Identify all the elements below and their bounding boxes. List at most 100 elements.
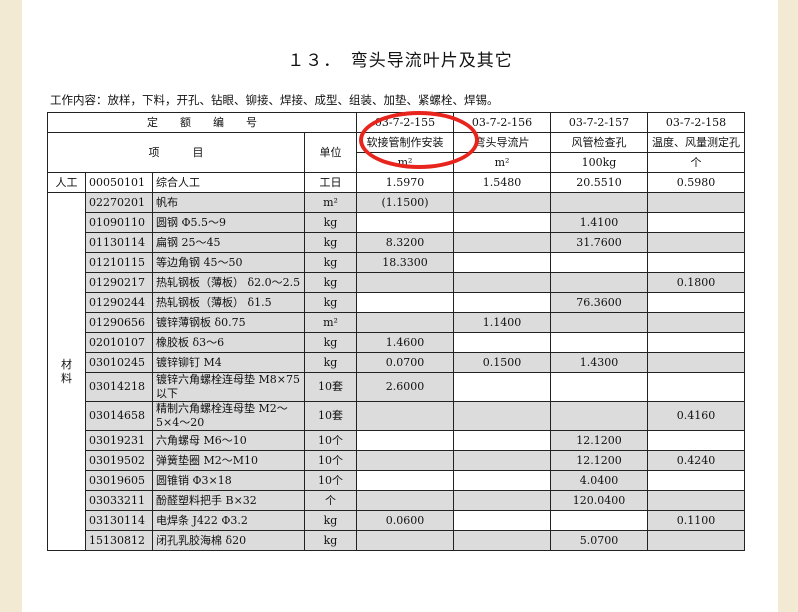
resource-name: 热轧钢板（薄板） δ2.0～2.5 xyxy=(152,272,305,293)
resource-value xyxy=(647,430,745,451)
resource-value xyxy=(453,372,551,402)
resource-value xyxy=(453,430,551,451)
quota-label: 定 额 编 号 xyxy=(47,112,357,133)
resource-unit: 10套 xyxy=(304,372,357,402)
resource-unit: kg xyxy=(304,272,357,293)
resource-value xyxy=(453,530,551,551)
material-row: 01290217 热轧钢板（薄板） δ2.0～2.5 kg 0.1800 xyxy=(48,272,745,293)
resource-name: 综合人工 xyxy=(152,172,305,193)
resource-value: 1.4300 xyxy=(550,352,648,373)
material-row: 03019231 六角螺母 M6～10 10个 12.1200 xyxy=(48,430,745,451)
resource-unit: kg xyxy=(304,232,357,253)
resource-value xyxy=(550,252,648,273)
resource-unit: kg xyxy=(304,252,357,273)
resource-value: 76.3600 xyxy=(550,292,648,313)
resource-value xyxy=(356,292,454,313)
resource-value xyxy=(647,352,745,373)
resource-unit: kg xyxy=(304,332,357,353)
resource-value: 31.7600 xyxy=(550,232,648,253)
resource-code: 03019231 xyxy=(85,430,153,451)
item-unit: m² xyxy=(453,152,551,173)
resource-code: 15130812 xyxy=(85,530,153,551)
resource-unit: m² xyxy=(304,312,357,333)
resource-code: 03014218 xyxy=(85,372,153,402)
resource-code: 00050101 xyxy=(85,172,153,193)
resource-value: 0.1100 xyxy=(647,510,745,531)
resource-value xyxy=(356,450,454,471)
resource-code: 03010245 xyxy=(85,352,153,373)
unit-label: 单位 xyxy=(304,132,357,173)
quota-code: 03-7-2-157 xyxy=(550,112,648,133)
resource-name: 镀锌薄钢板 δ0.75 xyxy=(152,312,305,333)
resource-value: 8.3200 xyxy=(356,232,454,253)
category-materials: 材料 xyxy=(47,192,86,551)
material-row: 03019605 圆锥销 Φ3×18 10个 4.0400 xyxy=(48,470,745,491)
resource-value xyxy=(647,530,745,551)
resource-unit: kg xyxy=(304,510,357,531)
resource-value: 120.0400 xyxy=(550,490,648,511)
resource-value xyxy=(453,490,551,511)
resource-value: 20.5510 xyxy=(550,172,648,193)
resource-name: 圆钢 Φ5.5～9 xyxy=(152,212,305,233)
resource-value xyxy=(453,192,551,213)
material-row: 03014658 精制六角螺栓连母垫 M2～5×4～20 10套 0.4160 xyxy=(48,401,745,431)
resource-name: 橡胶板 δ3～6 xyxy=(152,332,305,353)
resource-value xyxy=(453,332,551,353)
resource-value: 1.1400 xyxy=(453,312,551,333)
resource-value xyxy=(647,232,745,253)
resource-value xyxy=(356,212,454,233)
resource-code: 03019502 xyxy=(85,450,153,471)
resource-value xyxy=(550,332,648,353)
material-row: 03014218 镀锌六角螺栓连母垫 M8×75以下 10套 2.6000 xyxy=(48,372,745,402)
resource-value xyxy=(453,510,551,531)
resource-value xyxy=(550,372,648,402)
resource-name: 六角螺母 M6～10 xyxy=(152,430,305,451)
resource-name: 热轧钢板（薄板） δ1.5 xyxy=(152,292,305,313)
resource-code: 03019605 xyxy=(85,470,153,491)
resource-value: 0.4240 xyxy=(647,450,745,471)
item-label: 项 目 xyxy=(47,132,305,173)
resource-value xyxy=(647,372,745,402)
resource-value xyxy=(647,292,745,313)
resource-value: 0.1800 xyxy=(647,272,745,293)
resource-value xyxy=(647,212,745,233)
resource-name: 帆布 xyxy=(152,192,305,213)
resource-unit: kg xyxy=(304,212,357,233)
resource-unit: 10个 xyxy=(304,430,357,451)
quota-code: 03-7-2-155 xyxy=(356,112,454,133)
resource-value xyxy=(647,192,745,213)
material-row: 15130812 闭孔乳胶海棉 δ20 kg 5.0700 xyxy=(48,530,745,551)
resource-value xyxy=(356,530,454,551)
resource-value xyxy=(453,272,551,293)
resource-value: 0.4160 xyxy=(647,401,745,431)
resource-name: 闭孔乳胶海棉 δ20 xyxy=(152,530,305,551)
item-name: 温度、风量测定孔 xyxy=(647,132,745,153)
material-row: 材料 02270201 帆布 m² (1.1500) xyxy=(47,192,745,551)
resource-value xyxy=(356,401,454,431)
resource-code: 01210115 xyxy=(85,252,153,273)
resource-value: 0.0700 xyxy=(356,352,454,373)
resource-value xyxy=(356,470,454,491)
resource-unit: 10个 xyxy=(304,470,357,491)
item-unit: m² xyxy=(356,152,454,173)
resource-value xyxy=(647,332,745,353)
resource-value: 4.0400 xyxy=(550,470,648,491)
resource-name: 酚醛塑料把手 B×32 xyxy=(152,490,305,511)
resource-value xyxy=(647,312,745,333)
resource-code: 01290217 xyxy=(85,272,153,293)
resource-value: (1.1500) xyxy=(356,192,454,213)
resource-value: 1.5970 xyxy=(356,172,454,193)
quota-code-row: 定 额 编 号 03-7-2-155 03-7-2-156 03-7-2-157… xyxy=(47,112,745,133)
document-page: １３． 弯头导流叶片及其它 工作内容：放样，下料，开孔、钻眼、铆接、焊接、成型、… xyxy=(22,0,778,612)
resource-value xyxy=(550,401,648,431)
material-row: 03033211 酚醛塑料把手 B×32 个 120.0400 xyxy=(48,490,745,511)
resource-code: 01130114 xyxy=(85,232,153,253)
material-row: 02010107 橡胶板 δ3～6 kg 1.4600 xyxy=(48,332,745,353)
resource-name: 圆锥销 Φ3×18 xyxy=(152,470,305,491)
resource-value: 18.3300 xyxy=(356,252,454,273)
item-name: 软接管制作安装 xyxy=(356,132,454,153)
resource-value xyxy=(453,232,551,253)
resource-name: 弹簧垫圈 M2～M10 xyxy=(152,450,305,471)
resource-value xyxy=(356,272,454,293)
resource-name: 镀锌六角螺栓连母垫 M8×75以下 xyxy=(152,372,305,402)
